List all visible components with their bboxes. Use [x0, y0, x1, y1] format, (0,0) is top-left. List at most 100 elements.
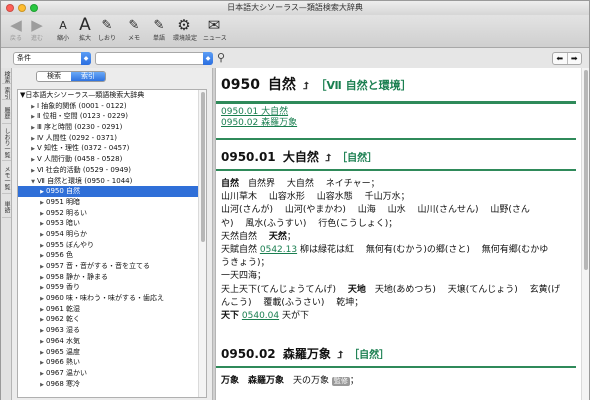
close-window-button[interactable] [6, 4, 14, 12]
body-line: 天上天下(てんじょうてんげ) 天地 天地(あめつち) 天壌(てんじょう) 玄黄(… [221, 284, 561, 295]
up-level-icon[interactable]: ⮥ [303, 81, 309, 92]
tree-row[interactable]: ▶ Ⅳ 人間性 (0292 - 0371) [18, 133, 206, 144]
vertical-tab-1[interactable]: 索引 [2, 86, 11, 100]
tree-row[interactable]: ▶ 0956 色 [18, 250, 206, 261]
body-line: 一天四海； [221, 271, 267, 282]
body-line: 万象 森羅万象 天の万象 監修； [221, 376, 359, 386]
tree-row[interactable]: ▶ Ⅴ 人間行動 (0458 - 0528) [18, 154, 206, 165]
toolbar-button-7[interactable]: ⚙ 環境設定 [173, 16, 198, 43]
tree-row[interactable]: ▶ Ⅵ 社会的活動 (0529 - 0949) [18, 165, 206, 176]
tree-row[interactable]: ▶ 0966 熱い [18, 357, 206, 368]
tree-row[interactable]: ▶ 0955 ぼんやり [18, 240, 206, 251]
search-icon[interactable]: ⚲ [217, 52, 225, 64]
tree-row-label: 0955 ぼんやり [46, 240, 95, 249]
search-segment[interactable]: 検索 [37, 72, 71, 81]
tree-row[interactable]: ▶ Ⅰ 抽象的関係 (0001 - 0122) [18, 101, 206, 112]
body-line: 天賦自然 0542.13 柳は緑花は紅 無何有(むかう)の郷(さと) 無何有郷(… [221, 245, 549, 256]
next-arrow-button[interactable]: ➡ [566, 53, 582, 64]
vertical-tab-0[interactable]: 検索 [2, 70, 11, 84]
tree-row[interactable]: ▶ 0958 静か・静まる [18, 272, 206, 283]
parent-link[interactable]: ［自然］ [349, 350, 389, 361]
parent-link[interactable]: ［自然］ [337, 153, 377, 164]
bookmark-icon: ✎ [101, 18, 113, 33]
tree-row[interactable]: ▶ Ⅱ 位相・空間 (0123 - 0229) [18, 111, 206, 122]
tree-row[interactable]: ▶ 0950 自然 [18, 186, 206, 197]
toolbar-button-5[interactable]: ✎ メモ [123, 16, 145, 43]
index-segment[interactable]: 索引 [71, 72, 105, 81]
toolbar-button-label: 環境設定 [173, 35, 198, 42]
tree-row[interactable]: ▶ 0968 寒冷 [18, 379, 206, 390]
tree-row-label: Ⅲ 序と時間 (0230 - 0291) [37, 123, 123, 132]
tree-row[interactable]: ▶ 0965 温度 [18, 347, 206, 358]
entry-number: 0950 [221, 77, 260, 93]
tree-row[interactable]: ▶ 0962 乾く [18, 314, 206, 325]
body-line: 天下 0540.04 天が下 [221, 311, 309, 322]
tree-row[interactable]: ▶ 0953 暗い [18, 218, 206, 229]
content-scroll-thumb[interactable] [584, 70, 588, 270]
tree-row-label: 0962 乾く [46, 315, 81, 324]
left-panel: 検索 索引 ▼日本語大シソーラス—類語検索大辞典 ▶ Ⅰ 抽象的関係 (0001 -… [12, 68, 212, 400]
tree-row-label: 0960 味・味わう・味がする・歯応え [46, 294, 165, 303]
query-select[interactable]: ◆ [95, 52, 213, 65]
tree-row-label: 0965 温度 [46, 347, 81, 356]
up-level-icon[interactable]: ⮥ [325, 153, 331, 164]
subentry-link-2[interactable]: 0950.02 森羅万象 [221, 118, 576, 129]
zoom-window-button[interactable] [30, 4, 38, 12]
title-bar: 日本語大シソーラス—類語検索大辞典 [1, 1, 589, 15]
minimize-window-button[interactable] [18, 4, 26, 12]
toolbar-button-label: ニュース [203, 35, 227, 42]
chevron-down-icon: ◆ [81, 52, 91, 65]
tree-row[interactable]: ▶ 0960 味・味わう・味がする・歯応え [18, 293, 206, 304]
tree-row[interactable]: ▶ 0954 明らか [18, 229, 206, 240]
tree-row[interactable]: ▶ 0967 温かい [18, 368, 206, 379]
toolbar-button-1[interactable]: ▶ 進む [26, 16, 48, 43]
toolbar-button-label: 進む [30, 35, 43, 42]
vertical-tab-4[interactable]: メモ一覧 [2, 163, 11, 194]
toolbar-button-4[interactable]: ✎ しおり [96, 16, 118, 43]
toolbar-button-8[interactable]: ✉ ニュース [203, 16, 227, 43]
subentry-body-1: 自然 自然界 大自然 ネイチャー； 山川草木 山容水形 山容水態 千山万水； 山河(… [221, 178, 576, 323]
vertical-tab-5[interactable]: 単語 [2, 196, 11, 218]
toolbar-button-6[interactable]: ✎ 単語 [148, 16, 170, 43]
tree-row-label: 0956 色 [46, 251, 74, 260]
toolbar-button-label: 縮小 [56, 35, 69, 42]
chevron-down-icon: ◆ [203, 52, 213, 65]
prev-arrow-button[interactable]: ⬅ [553, 53, 567, 64]
subentry-name: 森羅万象 [282, 347, 331, 361]
up-level-icon[interactable]: ⮥ [337, 350, 343, 361]
toolbar-button-label: しおり [97, 35, 116, 42]
tree-row-label: Ⅵ 社会的活動 (0529 - 0949) [37, 165, 131, 174]
tree-row[interactable]: ▼ Ⅶ 自然と環境 (0950 - 1044) [18, 176, 206, 187]
tree-row[interactable]: ▶ 0951 明暗 [18, 197, 206, 208]
enlarge-text-icon: A [79, 15, 91, 35]
body-line: んこう) 覆載(ふうさい) 乾坤； [221, 297, 364, 308]
tree-row[interactable]: ▶ 0952 明るい [18, 208, 206, 219]
toolbar-button-0[interactable]: ◀ 戻る [5, 16, 27, 43]
condition-select[interactable]: 条件 ◆ [13, 52, 91, 65]
memo-icon: ✎ [128, 18, 140, 33]
tree-row[interactable]: ▼日本語大シソーラス—類語検索大辞典 [18, 90, 206, 101]
tree-row[interactable]: ▶ Ⅲ 序と時間 (0230 - 0291) [18, 122, 206, 133]
subentry-body-2: 万象 森羅万象 天の万象 監修； [221, 375, 576, 388]
content-scrollbar[interactable] [581, 68, 589, 400]
category-link[interactable]: ［Ⅶ 自然と環境］ [316, 79, 412, 92]
tree-row[interactable]: ▶ 0957 音・音がする・音を立てる [18, 261, 206, 272]
tree-row[interactable]: ▶ 0964 水気 [18, 336, 206, 347]
tree-row[interactable]: ▶ 0963 湿る [18, 325, 206, 336]
subentry-link-1[interactable]: 0950.01 大自然 [221, 107, 576, 118]
vertical-tab-3[interactable]: しおり一覧 [2, 126, 11, 161]
tree-row-label: 0967 温かい [46, 368, 88, 377]
vertical-tab-2[interactable]: 履歴 [2, 102, 11, 124]
condition-select-value: 条件 [17, 54, 31, 62]
tree-row[interactable]: ▶ 0959 香り [18, 282, 206, 293]
tree-row[interactable]: ▶ Ⅴ 知性・理性 (0372 - 0457) [18, 143, 206, 154]
tree-scroll-thumb[interactable] [201, 92, 205, 242]
toolbar-button-2[interactable]: A 縮小 [52, 16, 74, 43]
tree-row[interactable]: ▶ 0961 乾湿 [18, 304, 206, 315]
toolbar-button-3[interactable]: A 拡大 [74, 16, 96, 43]
tree-row-label: 0954 明らか [46, 229, 88, 238]
disclosure-closed-icon[interactable]: ▶ [38, 380, 46, 391]
links-rule [216, 138, 576, 140]
back-arrow-icon: ◀ [10, 16, 22, 34]
tree-scrollbar[interactable] [198, 90, 206, 397]
